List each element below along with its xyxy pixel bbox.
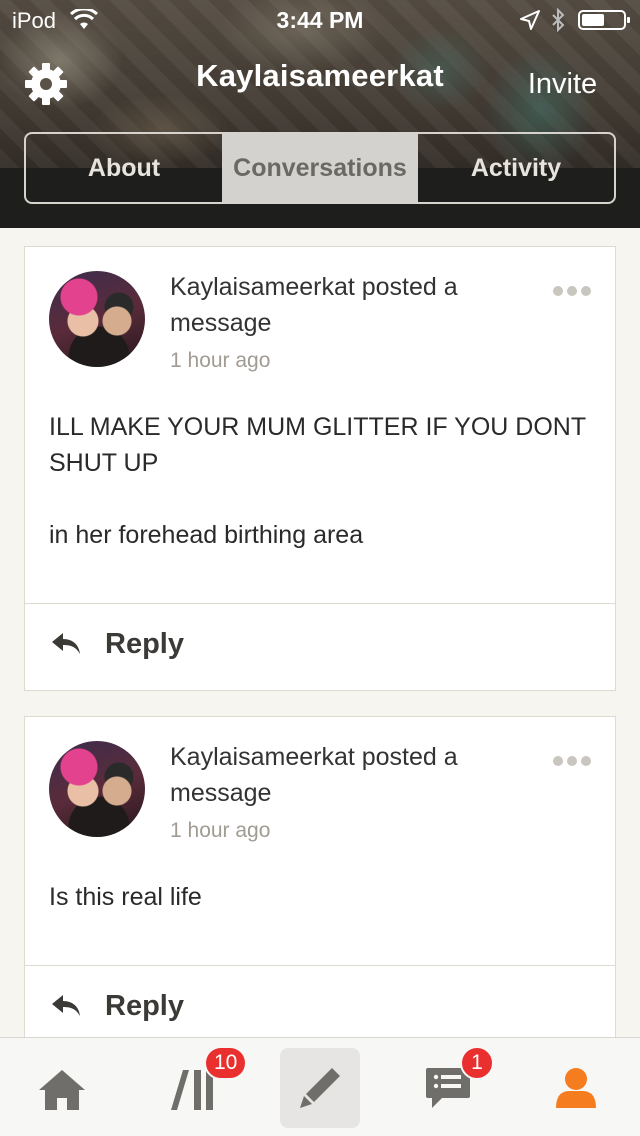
gear-icon[interactable] [24, 62, 68, 106]
tab-write[interactable] [280, 1048, 360, 1128]
status-time: 3:44 PM [276, 7, 364, 33]
messages-badge: 1 [460, 1046, 494, 1080]
bottom-tab-bar: 10 1 [0, 1037, 640, 1136]
tab-about[interactable]: About [26, 134, 222, 202]
reply-icon [52, 995, 80, 1016]
tab-library[interactable]: 10 [152, 1046, 248, 1128]
reply-label: Reply [105, 628, 184, 660]
bluetooth-icon [552, 8, 565, 32]
conversation-post: Kaylaisameerkat posted a message 1 hour … [24, 246, 616, 691]
more-options-icon[interactable] [552, 755, 592, 767]
post-author-line: Kaylaisameerkat posted a message [170, 743, 458, 807]
tab-activity[interactable]: Activity [418, 134, 614, 202]
tab-messages[interactable]: 1 [408, 1046, 494, 1128]
post-timestamp: 1 hour ago [170, 349, 271, 372]
tab-profile[interactable] [536, 1048, 616, 1128]
battery-icon [578, 10, 630, 30]
conversation-post: Kaylaisameerkat posted a message 1 hour … [24, 716, 616, 1046]
post-message: Is this real life [49, 883, 202, 911]
profile-header: iPod 3:44 PM Kaylaisameerkat Invite Abou… [0, 0, 640, 228]
avatar[interactable] [49, 741, 145, 837]
tab-home[interactable] [22, 1048, 102, 1128]
pencil-icon [300, 1068, 340, 1108]
post-timestamp: 1 hour ago [170, 819, 271, 842]
tab-conversations[interactable]: Conversations [222, 134, 418, 202]
invite-button[interactable]: Invite [515, 62, 610, 106]
more-options-icon[interactable] [552, 285, 592, 297]
library-badge: 10 [204, 1046, 248, 1080]
reply-button[interactable]: Reply [25, 604, 615, 692]
avatar[interactable] [49, 271, 145, 367]
reply-label: Reply [105, 990, 184, 1022]
post-author-line: Kaylaisameerkat posted a message [170, 273, 458, 337]
home-icon [39, 1070, 85, 1110]
profile-tabs: About Conversations Activity [24, 132, 616, 204]
location-icon [520, 10, 540, 30]
post-message: ILL MAKE YOUR MUM GLITTER IF YOU DONT SH… [49, 413, 586, 549]
reply-icon [52, 633, 80, 654]
page-title: Kaylaisameerkat [196, 58, 444, 93]
profile-icon [556, 1068, 596, 1108]
status-bar: iPod 3:44 PM [0, 0, 640, 40]
